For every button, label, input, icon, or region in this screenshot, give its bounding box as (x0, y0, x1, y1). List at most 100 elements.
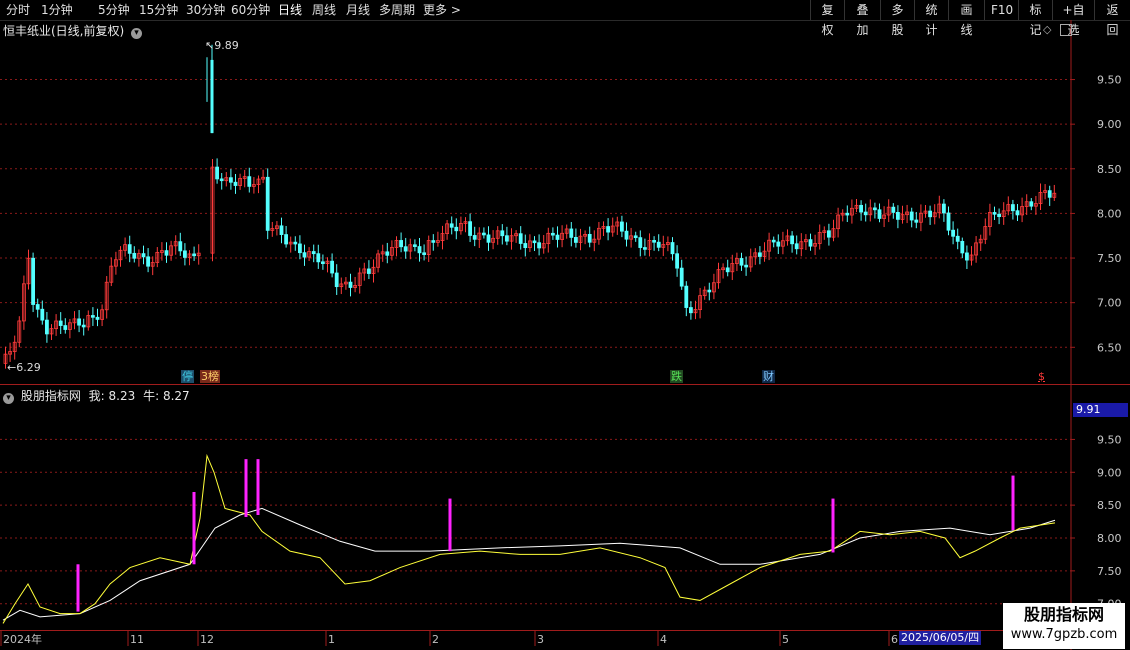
candle-body (449, 223, 454, 228)
candle-body (859, 204, 863, 213)
candle-body (620, 221, 624, 232)
candle-body (284, 234, 289, 245)
candle-body (790, 235, 794, 245)
candle-body (633, 235, 638, 239)
candle-body (504, 235, 509, 242)
candle-body (132, 252, 137, 259)
candle-body (316, 253, 321, 263)
candle-body (219, 178, 224, 182)
candle-body (739, 258, 744, 266)
stock-name: 恒丰纸业(日线,前复权) (3, 24, 125, 38)
candle-body (532, 240, 537, 244)
marker-fall[interactable]: 跌 (670, 370, 683, 383)
candle-body (624, 230, 629, 240)
marker-finance[interactable]: 财 (762, 370, 775, 383)
main-tick-label: 9.50 (1097, 74, 1122, 87)
candle-body (684, 285, 689, 308)
time-tick-label: 6 (891, 633, 898, 646)
signal-bar (192, 492, 196, 565)
candle-body (643, 247, 647, 250)
series-wo-line (2, 453, 1056, 624)
time-tick-label: 5 (782, 633, 789, 646)
candle-body (827, 230, 831, 238)
time-tick-label: 4 (660, 633, 667, 646)
candle-body (77, 318, 81, 326)
indicator-name: 股朋指标网 (20, 389, 81, 403)
price-max-label: ↖9.89 (205, 39, 239, 52)
candle-body (955, 235, 960, 242)
diamond-icon[interactable]: ◇ (1043, 23, 1051, 36)
candle-body (679, 267, 684, 287)
time-tick-label: 2024年 (3, 632, 42, 646)
candle-body (951, 229, 955, 237)
indicator-title: ▾ 股朋指标网 我: 8.23 牛: 8.27 (3, 387, 190, 404)
candle-body (81, 324, 86, 328)
candle-body (228, 177, 233, 183)
candle-body (486, 234, 491, 243)
candle-body (403, 246, 408, 252)
chevron-down-icon[interactable]: ▾ (131, 28, 143, 39)
candle-body (863, 211, 868, 216)
candle-body (873, 207, 877, 211)
candle-body (808, 239, 813, 247)
candle-body (670, 242, 675, 255)
main-tick-label: 6.50 (1097, 341, 1122, 354)
chevron-down-icon[interactable]: ▾ (3, 393, 14, 404)
candle-body (914, 219, 919, 223)
candle-body (311, 251, 316, 255)
candle-body (164, 250, 169, 256)
price-min-label: ←6.29 (7, 361, 41, 374)
date-label: 2025/06/05/四 (899, 631, 982, 645)
candle-body (334, 272, 339, 288)
candle-body (551, 232, 555, 236)
candle-body (574, 237, 578, 243)
candle-body (63, 325, 68, 330)
marker-dollar[interactable]: $ (1038, 370, 1045, 383)
candle-body (422, 252, 427, 255)
candle-body (247, 176, 252, 187)
candle-body (675, 253, 679, 269)
candle-body (141, 253, 146, 258)
candle-body (942, 203, 946, 214)
series-niu-value: 8.27 (162, 389, 190, 403)
watermark-title: 股朋指标网 (1023, 605, 1104, 624)
candle-body (891, 206, 896, 213)
marker-3bang[interactable]: 3榜 (200, 370, 220, 383)
candle-body (279, 225, 284, 235)
signal-bar (448, 498, 452, 552)
watermark-url: www.7gpzb.com (1010, 627, 1118, 642)
candle-body (606, 226, 610, 233)
signal-bar (1011, 475, 1015, 531)
signal-bar (831, 498, 835, 553)
candle-body (555, 234, 560, 240)
candle-body (500, 230, 505, 237)
candle-body (877, 209, 882, 219)
candle-body (656, 241, 661, 248)
chart-area[interactable]: 9.50 9.00 8.50 8.00 7.50 7.00 6.50 9.50 9.00 8.50… (0, 0, 1130, 650)
candle-body (960, 240, 965, 254)
candle-body (758, 252, 762, 257)
candle-body (776, 241, 781, 247)
candle-body (744, 264, 748, 268)
sub-tick-label: 8.50 (1097, 499, 1122, 512)
candle-body (454, 226, 459, 232)
candle-body (293, 241, 298, 245)
candle-body (707, 289, 712, 293)
candle-body (896, 212, 900, 220)
candle-body (330, 260, 335, 274)
candle-body (210, 59, 214, 134)
candle-body (320, 261, 325, 265)
marker-halt[interactable]: 停 (181, 370, 194, 383)
time-tick-label: 11 (130, 633, 144, 646)
candle-body (928, 210, 932, 218)
main-tick-label: 7.50 (1097, 252, 1122, 265)
candle-body (35, 304, 40, 310)
candle-body (1015, 210, 1020, 216)
candle-body (909, 211, 914, 221)
panel-toggle-icon[interactable] (1060, 24, 1072, 36)
main-tick-label: 8.00 (1097, 207, 1122, 220)
candle-body (638, 237, 643, 248)
candle-body (182, 250, 187, 258)
candle-body (366, 268, 371, 274)
candle-body (845, 212, 850, 216)
